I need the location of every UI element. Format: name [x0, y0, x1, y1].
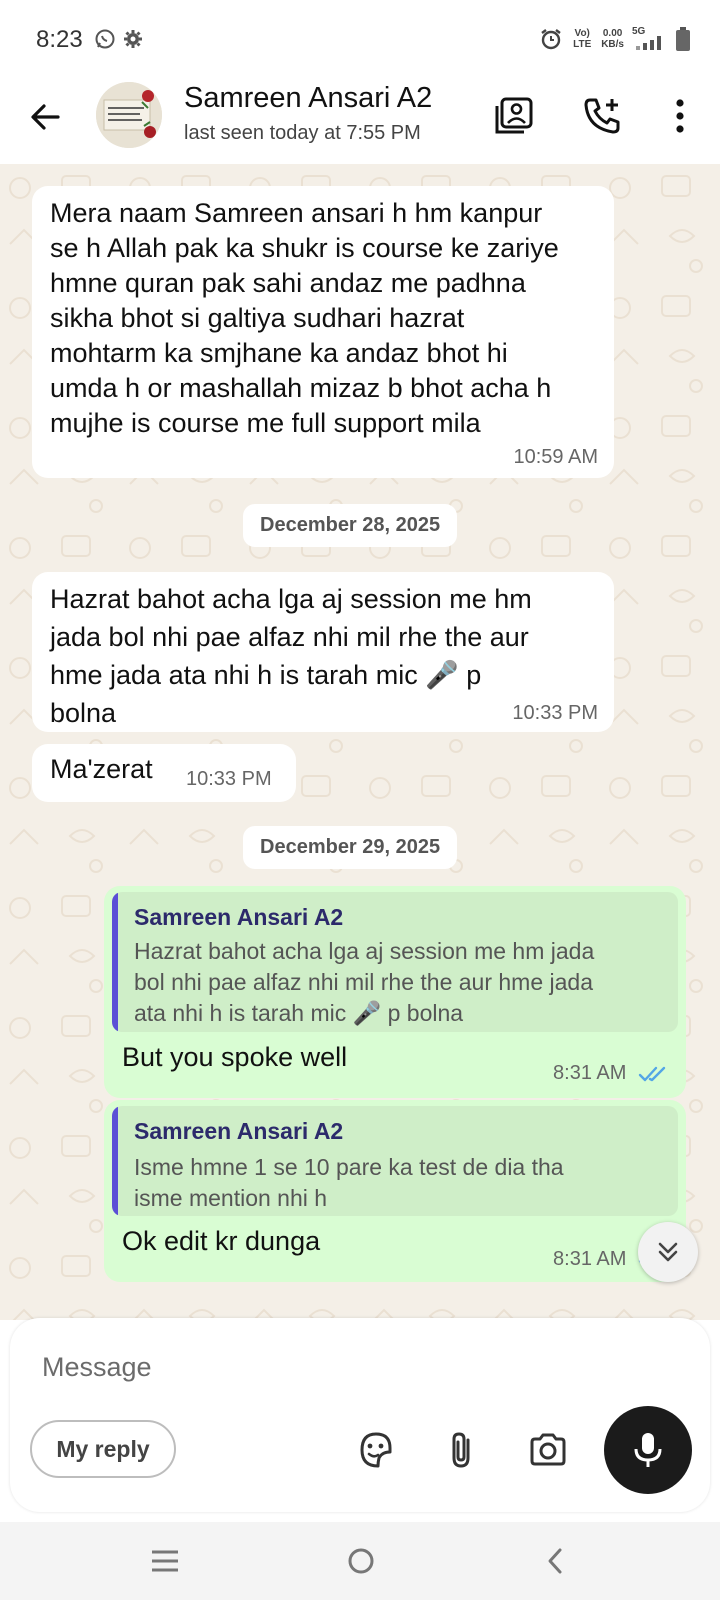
message-time: 8:31 AM: [553, 1248, 627, 1270]
double-chevron-down-icon: [658, 1242, 678, 1262]
status-notification-icons: [94, 28, 144, 50]
message-meta: 8:31 AM: [553, 1062, 668, 1085]
message-bubble-incoming[interactable]: Ma'zerat 10:33 PM: [32, 744, 296, 802]
mic-icon: [634, 1433, 662, 1467]
message-line: se h Allah pak ka shukr is course ke zar…: [50, 233, 559, 263]
quoted-line: Hazrat bahot acha lga aj session me hm j…: [134, 938, 595, 964]
quoted-text: Isme hmne 1 se 10 pare ka test de dia th…: [134, 1152, 564, 1214]
message-line: Mera naam Samreen ansari h hm kanpur: [50, 198, 543, 228]
battery-icon: [676, 27, 690, 51]
status-bar: 8:23 Vo) LTE 0.00 KB/s 5G: [0, 0, 720, 78]
message-time: 10:59 AM: [513, 446, 598, 468]
message-bubble-incoming[interactable]: Mera naam Samreen ansari h hm kanpur se …: [32, 186, 614, 478]
attach-button[interactable]: [440, 1428, 484, 1472]
quoted-message[interactable]: Samreen Ansari A2 Hazrat bahot acha lga …: [112, 892, 678, 1032]
attach-icon: [452, 1432, 470, 1468]
chat-header: Samreen Ansari A2 last seen today at 7:5…: [0, 78, 720, 164]
message-bubble-incoming[interactable]: Hazrat bahot acha lga aj session me hm j…: [32, 572, 614, 732]
message-line: hme jada ata nhi h is tarah mic 🎤 p: [50, 660, 482, 690]
camera-icon: [530, 1433, 566, 1466]
quoted-text: Hazrat bahot acha lga aj session me hm j…: [134, 936, 594, 1029]
back-arrow-icon: [31, 104, 60, 130]
message-bubble-outgoing[interactable]: Samreen Ansari A2 Isme hmne 1 se 10 pare…: [104, 1100, 686, 1282]
sticker-button[interactable]: [354, 1428, 398, 1472]
message-line: Hazrat bahot acha lga aj session me hm: [50, 584, 532, 614]
home-button[interactable]: [336, 1536, 386, 1586]
sticker-icon: [360, 1432, 392, 1468]
signal-bars-icon: [636, 36, 661, 50]
network-speed-unit: KB/s: [601, 39, 624, 50]
quoted-sender: Samreen Ansari A2: [134, 1118, 344, 1144]
message-text: Ma'zerat: [50, 754, 153, 784]
message-composer: My reply: [10, 1318, 710, 1512]
message-line: mohtarm ka smjhane ka andaz bhot hi: [50, 338, 508, 368]
contact-name[interactable]: Samreen Ansari A2: [184, 82, 432, 115]
avatar-image: [96, 82, 162, 148]
network-speed-value: 0.00: [602, 28, 623, 39]
quoted-sender: Samreen Ansari A2: [134, 904, 344, 930]
chat-area[interactable]: Mera naam Samreen ansari h hm kanpur se …: [0, 164, 720, 1320]
quoted-line: isme mention nhi h: [134, 1185, 328, 1211]
quoted-message[interactable]: Samreen Ansari A2 Isme hmne 1 se 10 pare…: [112, 1106, 678, 1216]
contact-avatar[interactable]: [96, 82, 162, 148]
quoted-line: bol nhi pae alfaz nhi mil rhe the aur hm…: [134, 969, 594, 995]
quoted-line: Isme hmne 1 se 10 pare ka test de dia th…: [134, 1154, 564, 1180]
read-receipt-icon: [638, 1066, 666, 1081]
volte-indicator: Vo) LTE: [573, 28, 592, 50]
recents-icon: [152, 1550, 178, 1572]
more-vert-icon: [676, 99, 684, 133]
message-line: mujhe is course me full support mila: [50, 408, 481, 438]
add-call-button[interactable]: [576, 90, 628, 142]
message-time: 10:33 PM: [512, 702, 598, 724]
status-right-icons: Vo) LTE 0.00 KB/s 5G: [539, 26, 690, 52]
quoted-line: ata nhi h is tarah mic 🎤 p bolna: [134, 1000, 464, 1026]
recents-button[interactable]: [140, 1536, 190, 1586]
date-divider: December 29, 2025: [243, 826, 458, 869]
message-text: Ok edit kr dunga: [122, 1226, 321, 1256]
quote-accent-bar: [112, 892, 118, 1032]
scroll-to-bottom-button[interactable]: [638, 1222, 698, 1282]
message-text: But you spoke well: [122, 1042, 348, 1072]
camera-button[interactable]: [526, 1428, 570, 1472]
contact-card-icon: [495, 97, 533, 134]
back-icon: [548, 1548, 562, 1574]
quote-accent-bar: [112, 1106, 118, 1216]
message-line: hmne quran pak sahi andaz me padhna: [50, 268, 526, 298]
message-line: sikha bhot si galtiya sudhari hazrat: [50, 303, 465, 333]
network-speed: 0.00 KB/s: [601, 28, 624, 50]
settings-gear-icon: [124, 30, 142, 48]
home-icon: [348, 1548, 374, 1574]
message-line: umda h or mashallah mizaz b bhot acha h: [50, 373, 552, 403]
contact-card-button[interactable]: [488, 90, 540, 142]
system-nav-bar: [0, 1522, 720, 1600]
message-time: 10:33 PM: [186, 768, 272, 790]
more-options-button[interactable]: [652, 90, 708, 142]
message-line: bolna: [50, 698, 117, 728]
signal-group: 5G: [632, 26, 668, 52]
message-input[interactable]: [42, 1342, 562, 1392]
date-divider: December 28, 2025: [243, 504, 458, 547]
alarm-icon: [541, 29, 561, 50]
system-back-button[interactable]: [530, 1536, 580, 1586]
add-call-icon: [584, 98, 620, 134]
voice-record-button[interactable]: [604, 1406, 692, 1494]
last-seen-status: last seen today at 7:55 PM: [184, 122, 421, 144]
whatsapp-notification-icon: [95, 29, 115, 49]
message-text: Mera naam Samreen ansari h hm kanpur se …: [50, 196, 559, 441]
message-bubble-outgoing[interactable]: Samreen Ansari A2 Hazrat bahot acha lga …: [104, 886, 686, 1098]
status-time: 8:23: [36, 26, 83, 53]
message-time: 8:31 AM: [553, 1062, 627, 1084]
back-button[interactable]: [22, 94, 68, 140]
message-text: Hazrat bahot acha lga aj session me hm j…: [50, 580, 532, 732]
message-line: jada bol nhi pae alfaz nhi mil rhe the a…: [50, 622, 529, 652]
my-reply-button[interactable]: My reply: [30, 1420, 176, 1478]
